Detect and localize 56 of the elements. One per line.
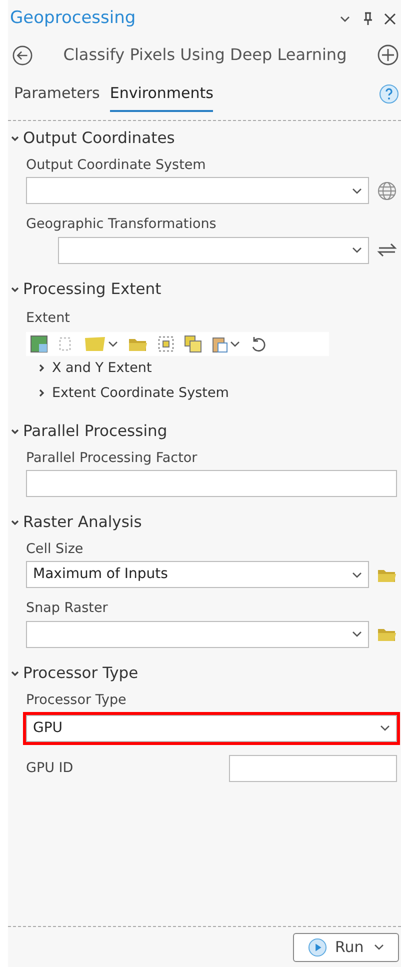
- chevron-icon[interactable]: [11, 670, 19, 678]
- expand-icon[interactable]: [38, 389, 46, 398]
- chevron-icon[interactable]: [11, 519, 19, 527]
- close-icon[interactable]: [383, 12, 397, 26]
- layers-icon[interactable]: [184, 334, 202, 353]
- section-header: Parallel Processing: [23, 421, 168, 442]
- run-button[interactable]: Run: [293, 932, 399, 962]
- section-header: Output Coordinates: [23, 128, 175, 150]
- dropdown-field[interactable]: [58, 236, 369, 264]
- subgroup-label[interactable]: Extent Coordinate System: [52, 383, 229, 404]
- pane-title: Geoprocessing: [10, 7, 137, 30]
- help-icon[interactable]: [379, 84, 399, 104]
- chevron-icon[interactable]: [11, 428, 19, 436]
- field-label: Snap Raster: [26, 599, 109, 618]
- chevron-down-icon: [230, 340, 240, 348]
- field-label: Processor Type: [26, 690, 128, 710]
- dropdown-field[interactable]: Maximum of Inputs: [26, 561, 369, 588]
- add-icon[interactable]: [377, 44, 399, 66]
- chevron-down-icon: [352, 186, 362, 195]
- tab[interactable]: Environments: [110, 82, 214, 112]
- chevron-down-icon: [352, 246, 362, 254]
- dropdown-field[interactable]: [26, 177, 369, 204]
- field-label: Extent: [26, 308, 71, 328]
- section-header: Processing Extent: [23, 278, 162, 300]
- field-label: Parallel Processing Factor: [26, 448, 198, 468]
- chevron-down-icon: [374, 943, 384, 951]
- input-field[interactable]: [26, 470, 397, 497]
- back-icon[interactable]: [12, 44, 33, 66]
- field-label: GPU ID: [26, 759, 74, 778]
- input-field[interactable]: [229, 754, 397, 782]
- chevron-icon[interactable]: [11, 135, 19, 143]
- pin-icon[interactable]: [363, 12, 373, 26]
- dropdown-field[interactable]: GPU: [26, 714, 397, 742]
- dropdown-field[interactable]: [26, 620, 369, 648]
- undo-icon[interactable]: [250, 336, 266, 352]
- chevron-down-icon[interactable]: [339, 14, 351, 24]
- play-icon: [308, 938, 327, 956]
- section-header: Processor Type: [23, 662, 138, 684]
- globe-icon[interactable]: [377, 180, 397, 201]
- swap-icon[interactable]: [377, 243, 397, 257]
- field-label: Output Coordinate System: [26, 156, 207, 175]
- chevron-down-icon: [380, 724, 390, 732]
- chevron-down-icon: [108, 340, 118, 348]
- section-header: Raster Analysis: [23, 512, 142, 534]
- expand-icon[interactable]: [38, 364, 46, 372]
- selection-icon[interactable]: [158, 336, 174, 352]
- clipboard-icon[interactable]: [212, 334, 228, 353]
- tool-title: Classify Pixels Using Deep Learning: [62, 44, 348, 66]
- field-label: Geographic Transformations: [26, 215, 218, 234]
- chevron-icon[interactable]: [11, 286, 19, 294]
- chevron-down-icon: [352, 570, 362, 579]
- field-label: Cell Size: [26, 540, 84, 559]
- subgroup-label[interactable]: X and Y Extent: [52, 358, 152, 378]
- map-icon[interactable]: [30, 334, 48, 353]
- chevron-down-icon: [352, 630, 362, 638]
- tab[interactable]: Parameters: [14, 82, 100, 112]
